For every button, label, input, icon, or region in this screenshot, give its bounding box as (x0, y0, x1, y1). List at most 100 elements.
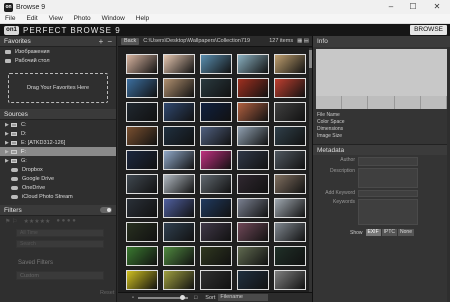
source-drive[interactable]: ▶ E: [ATKD312-126] (0, 138, 116, 147)
thumbnail-size-slider[interactable] (137, 294, 188, 300)
thumbnail[interactable] (200, 222, 232, 242)
menu-file[interactable]: File (0, 15, 21, 22)
zoom-in-icon[interactable]: □ (194, 295, 197, 301)
info-dimensions-label: Dimensions (317, 126, 344, 132)
favorite-item[interactable]: Рабочий стол (0, 56, 116, 65)
thumbnail[interactable] (200, 174, 232, 194)
thumbnail[interactable] (126, 246, 158, 266)
thumbnail[interactable] (237, 198, 269, 218)
sort-select[interactable]: Filename (218, 294, 269, 301)
menu-photo[interactable]: Photo (69, 15, 97, 22)
thumbnail[interactable] (163, 102, 195, 122)
source-dropbox[interactable]: Dropbox (0, 165, 116, 174)
saved-filter-select[interactable]: Custom (16, 271, 104, 280)
thumbnail[interactable] (163, 54, 195, 74)
thumbnail[interactable] (237, 126, 269, 146)
cloud-label: Dropbox (22, 166, 43, 173)
thumbnail[interactable] (237, 102, 269, 122)
show-iptc-button[interactable]: IPTC (381, 229, 398, 236)
thumbnail[interactable] (163, 78, 195, 98)
thumbnail[interactable] (126, 270, 158, 290)
favorite-item[interactable]: Изображения (0, 47, 116, 56)
thumbnail[interactable] (126, 54, 158, 74)
thumbnail[interactable] (200, 54, 232, 74)
thumbnail[interactable] (163, 126, 195, 146)
thumbnail[interactable] (200, 102, 232, 122)
thumbnail[interactable] (200, 150, 232, 170)
thumbnail[interactable] (274, 174, 306, 194)
thumbnail[interactable] (200, 270, 232, 290)
source-drive[interactable]: ▶ G: (0, 156, 116, 165)
thumbnail[interactable] (126, 78, 158, 98)
thumbnail[interactable] (126, 126, 158, 146)
thumbnail[interactable] (237, 150, 269, 170)
source-google-drive[interactable]: Google Drive (0, 174, 116, 183)
flag-icon[interactable]: ⚑ ⚐ (5, 218, 17, 225)
thumbnail[interactable] (274, 198, 306, 218)
menu-view[interactable]: View (44, 15, 69, 22)
source-icloud[interactable]: iCloud Photo Stream (0, 192, 116, 201)
thumbnail[interactable] (237, 78, 269, 98)
thumbnail[interactable] (163, 150, 195, 170)
star-rating-icon[interactable]: ★★★★★ (23, 218, 50, 225)
reset-button[interactable]: Reset (100, 290, 114, 296)
thumbnail[interactable] (237, 222, 269, 242)
thumbnail[interactable] (200, 126, 232, 146)
thumbnail[interactable] (126, 198, 158, 218)
menu-window[interactable]: Window (97, 15, 131, 22)
thumbnail[interactable] (163, 174, 195, 194)
add-favorite-icon[interactable]: + (99, 37, 104, 46)
source-drive[interactable]: ▶ D: (0, 129, 116, 138)
thumbnail[interactable] (237, 54, 269, 74)
view-toggle-icon[interactable]: ▦ ▤ (297, 38, 309, 44)
thumbnail[interactable] (237, 174, 269, 194)
thumbnail[interactable] (200, 246, 232, 266)
zoom-out-icon[interactable]: ▫ (132, 295, 134, 301)
thumbnail[interactable] (274, 102, 306, 122)
maximize-button[interactable]: ☐ (402, 0, 424, 14)
source-drive-selected[interactable]: ▶ F: (0, 147, 116, 156)
thumbnail[interactable] (274, 222, 306, 242)
source-drive[interactable]: ▶ C: (0, 120, 116, 129)
add-keyword-field[interactable] (358, 190, 418, 197)
thumbnail[interactable] (237, 270, 269, 290)
back-button[interactable]: Back (121, 37, 140, 45)
color-label-icon[interactable]: ● ● ● ● (56, 218, 76, 224)
description-field[interactable] (358, 168, 418, 188)
minimize-button[interactable]: – (380, 0, 402, 14)
keywords-field[interactable] (358, 199, 418, 225)
show-none-button[interactable]: None (398, 229, 414, 236)
drive-icon (11, 122, 17, 127)
browse-module-button[interactable]: BROWSE (410, 25, 447, 35)
thumbnail[interactable] (274, 126, 306, 146)
menu-help[interactable]: Help (131, 15, 155, 22)
slider-knob[interactable] (179, 294, 185, 300)
thumbnail[interactable] (274, 150, 306, 170)
show-exif-button[interactable]: EXIF (365, 229, 381, 236)
thumbnail[interactable] (237, 246, 269, 266)
thumbnail[interactable] (274, 54, 306, 74)
thumbnail[interactable] (126, 150, 158, 170)
menu-edit[interactable]: Edit (21, 15, 43, 22)
thumbnail[interactable] (163, 270, 195, 290)
thumbnail[interactable] (126, 102, 158, 122)
time-filter-select[interactable]: All Time (16, 229, 104, 237)
thumbnail[interactable] (274, 246, 306, 266)
thumbnail[interactable] (274, 78, 306, 98)
filters-toggle[interactable] (100, 207, 112, 213)
close-button[interactable]: ✕ (424, 0, 450, 14)
author-field[interactable] (358, 157, 418, 166)
thumbnail[interactable] (200, 198, 232, 218)
thumbnail[interactable] (274, 270, 306, 290)
thumbnail[interactable] (163, 198, 195, 218)
thumbnail[interactable] (163, 246, 195, 266)
thumbnail[interactable] (126, 222, 158, 242)
remove-favorite-icon[interactable]: − (107, 37, 112, 46)
path-breadcrumb[interactable]: C:\Users\Desktop\Wallpapers\Collection71… (143, 38, 265, 44)
favorites-dropzone[interactable]: Drag Your Favorites Here (8, 73, 108, 103)
thumbnail[interactable] (126, 174, 158, 194)
thumbnail[interactable] (163, 222, 195, 242)
thumbnail[interactable] (200, 78, 232, 98)
search-filter-input[interactable]: Search (16, 240, 104, 248)
source-onedrive[interactable]: OneDrive (0, 183, 116, 192)
